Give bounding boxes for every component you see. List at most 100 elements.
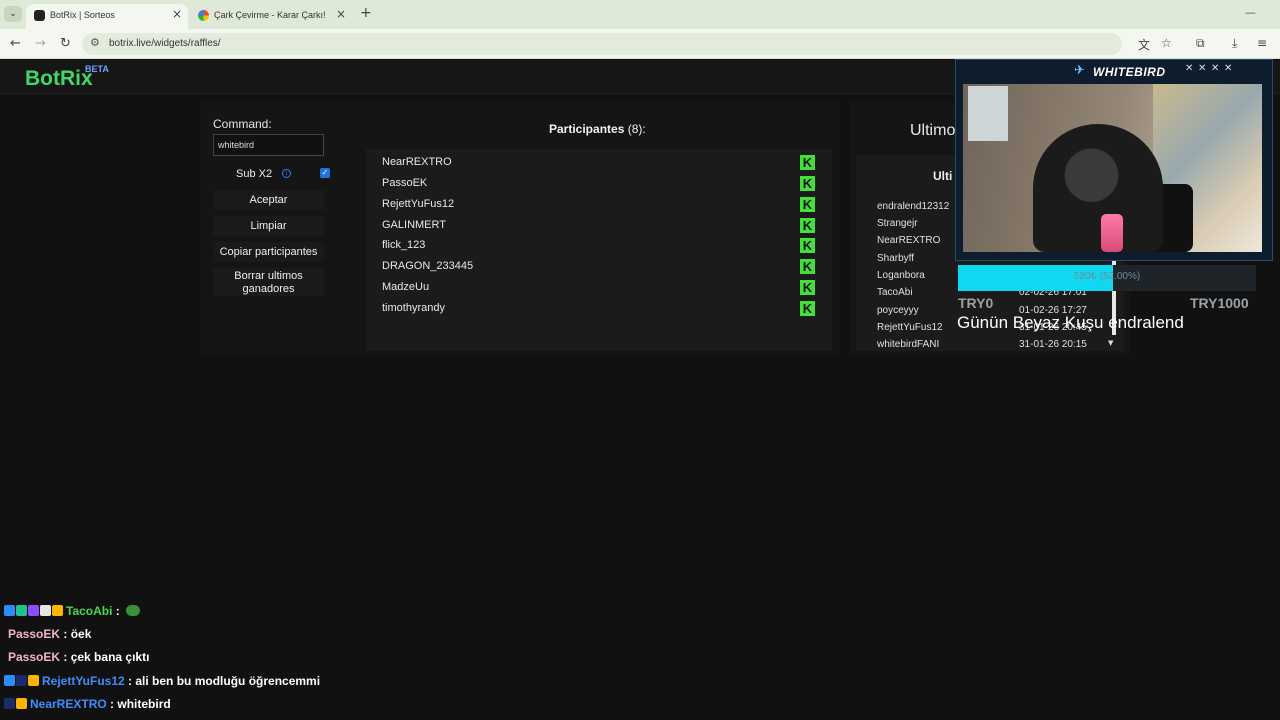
copy-participants-button[interactable]: Copiar participantes: [213, 242, 324, 262]
chat-badge-icon: [16, 698, 27, 709]
winner-name: Strangejr: [877, 218, 918, 229]
winner-name: RejettYuFus12: [877, 322, 943, 333]
bird-logo-icon: ✈: [1074, 63, 1085, 78]
decor-x-icon: ✕: [1224, 63, 1233, 74]
emote-icon: [126, 605, 141, 616]
extensions-icon[interactable]: ⧉: [1196, 36, 1205, 51]
winners-subtitle: Ulti: [933, 169, 953, 183]
chat-separator: :: [112, 604, 124, 618]
delete-winners-button[interactable]: Borrar ultimos ganadores: [213, 268, 324, 296]
kick-icon: K: [800, 301, 815, 316]
kick-icon: K: [800, 238, 815, 253]
chat-text: whitebird: [117, 697, 171, 711]
chat-separator: :: [106, 697, 118, 711]
sub-x2-label: Sub X2: [236, 168, 273, 180]
reload-icon[interactable]: ↻: [60, 36, 71, 51]
streamer-person: [1033, 124, 1163, 252]
chat-badge-icon: [4, 698, 15, 709]
winner-name: NearREXTRO: [877, 235, 941, 246]
decor-x-icon: ✕: [1211, 63, 1220, 74]
participant-name: timothyrandy: [382, 302, 445, 314]
delete-winners-label-1: Borrar ultimos: [234, 270, 303, 282]
download-icon[interactable]: ⤓: [1232, 36, 1237, 51]
wheel-favicon-icon: [198, 10, 209, 21]
tab-botrix[interactable]: BotRix | Sorteos ×: [26, 4, 188, 29]
logo-text: BotRix: [25, 67, 93, 90]
chat-text: öek: [70, 627, 92, 641]
tab-search-icon[interactable]: ⌄: [4, 6, 22, 22]
kick-icon: K: [800, 280, 815, 295]
participants-title-text: Participantes: [549, 122, 625, 136]
minimize-icon[interactable]: —: [1245, 6, 1256, 19]
sub-x2-checkbox[interactable]: ✓: [320, 168, 330, 178]
chat-separator: :: [60, 650, 71, 664]
chat-message: TacoAbi :: [4, 604, 141, 626]
address-bar[interactable]: ⚙ botrix.live/widgets/raffles/: [82, 33, 1122, 55]
room-window: [968, 86, 1008, 141]
winner-name: endralend12312: [877, 201, 950, 212]
kick-icon: K: [800, 218, 815, 233]
donation-goal: 520₺ (52.00%): [955, 263, 1260, 291]
winner-date: 31-01-26 20:15: [1019, 339, 1087, 350]
chat-username: PassoEK: [8, 650, 61, 664]
goal-caption: Günün Beyaz Kuşu endralend: [957, 313, 1184, 332]
clear-button[interactable]: Limpiar: [213, 216, 324, 236]
back-arrow-icon[interactable]: ←: [10, 36, 21, 51]
chat-message: RejettYuFus12 : ali ben bu modluğu öğren…: [4, 674, 320, 696]
goal-max-label: TRY1000: [1190, 295, 1249, 311]
tab-title: BotRix | Sorteos: [50, 10, 115, 20]
botrix-logo[interactable]: BotRix BETA: [25, 64, 109, 91]
browser-toolbar: ← → ↻ ⚙ botrix.live/widgets/raffles/ ⽂ ☆…: [0, 29, 1280, 59]
participant-name: RejettYuFus12: [382, 198, 455, 210]
tab-close-icon[interactable]: ×: [336, 7, 346, 21]
chat-badge-icon: [16, 605, 27, 616]
chat-text: ali ben bu modluğu öğrencemmi: [135, 674, 321, 688]
chat-message: PassoEK : öek: [6, 627, 91, 649]
chat-badge-icon: [4, 675, 15, 686]
accept-button[interactable]: Aceptar: [213, 190, 324, 210]
winner-name: whitebirdFANI: [877, 339, 940, 350]
url-text: botrix.live/widgets/raffles/: [109, 38, 221, 49]
participant-name: NearREXTRO: [382, 156, 452, 168]
winner-name: Sharbyff: [877, 253, 915, 264]
delete-winners-label-2: ganadores: [242, 283, 295, 295]
tab-wheel[interactable]: Çark Çevirme - Karar Çarkı! ×: [190, 4, 352, 29]
chat-badge-icon: [52, 605, 63, 616]
goal-amount-text: 520₺ (52.00%): [1073, 271, 1141, 282]
botrix-favicon-icon: [34, 10, 45, 21]
chat-badge-icon: [40, 605, 51, 616]
new-tab-plus-icon[interactable]: +: [360, 5, 372, 21]
goal-min-label: TRY0: [958, 295, 994, 311]
winners-title: Ultimo: [910, 122, 956, 139]
chat-username: NearREXTRO: [30, 697, 107, 711]
winner-name: TacoAbi: [877, 287, 913, 298]
kick-icon: K: [800, 259, 815, 274]
kick-icon: K: [800, 155, 815, 170]
tab-title: Çark Çevirme - Karar Çarkı!: [214, 10, 326, 20]
winner-name: poyceyyy: [877, 305, 919, 316]
chat-separator: :: [124, 674, 136, 688]
decor-x-icon: ✕: [1185, 63, 1194, 74]
info-icon[interactable]: i: [282, 169, 291, 178]
chat-username: PassoEK: [8, 627, 61, 641]
bookmark-star-icon[interactable]: ☆: [1161, 36, 1172, 50]
participants-title: Participantes (8):: [549, 122, 646, 136]
site-info-icon[interactable]: ⚙: [90, 36, 100, 49]
tab-close-icon[interactable]: ×: [172, 7, 182, 21]
raffle-panel: Command: Sub X2 i ✓ Aceptar Limpiar Copi…: [200, 101, 840, 355]
participant-name: PassoEK: [382, 177, 428, 189]
chat-badge-icon: [16, 675, 27, 686]
translate-icon[interactable]: ⽂: [1138, 36, 1150, 53]
participants-count: (8):: [627, 122, 646, 136]
menu-icon[interactable]: ≡: [1257, 36, 1267, 50]
participant-name: flick_123: [382, 239, 426, 251]
participant-name: DRAGON_233445: [382, 260, 474, 272]
chat-message: PassoEK : çek bana çıktı: [6, 650, 149, 672]
participant-name: MadzeUu: [382, 281, 430, 293]
forward-arrow-icon[interactable]: →: [35, 36, 46, 51]
webcam-overlay: ✈ WHITEBIRD ✕ ✕ ✕ ✕: [955, 59, 1273, 261]
command-input[interactable]: [213, 134, 324, 156]
kick-icon: K: [800, 176, 815, 191]
scroll-down-arrow-icon[interactable]: ▼: [1108, 339, 1113, 347]
microphone: [1101, 214, 1123, 252]
